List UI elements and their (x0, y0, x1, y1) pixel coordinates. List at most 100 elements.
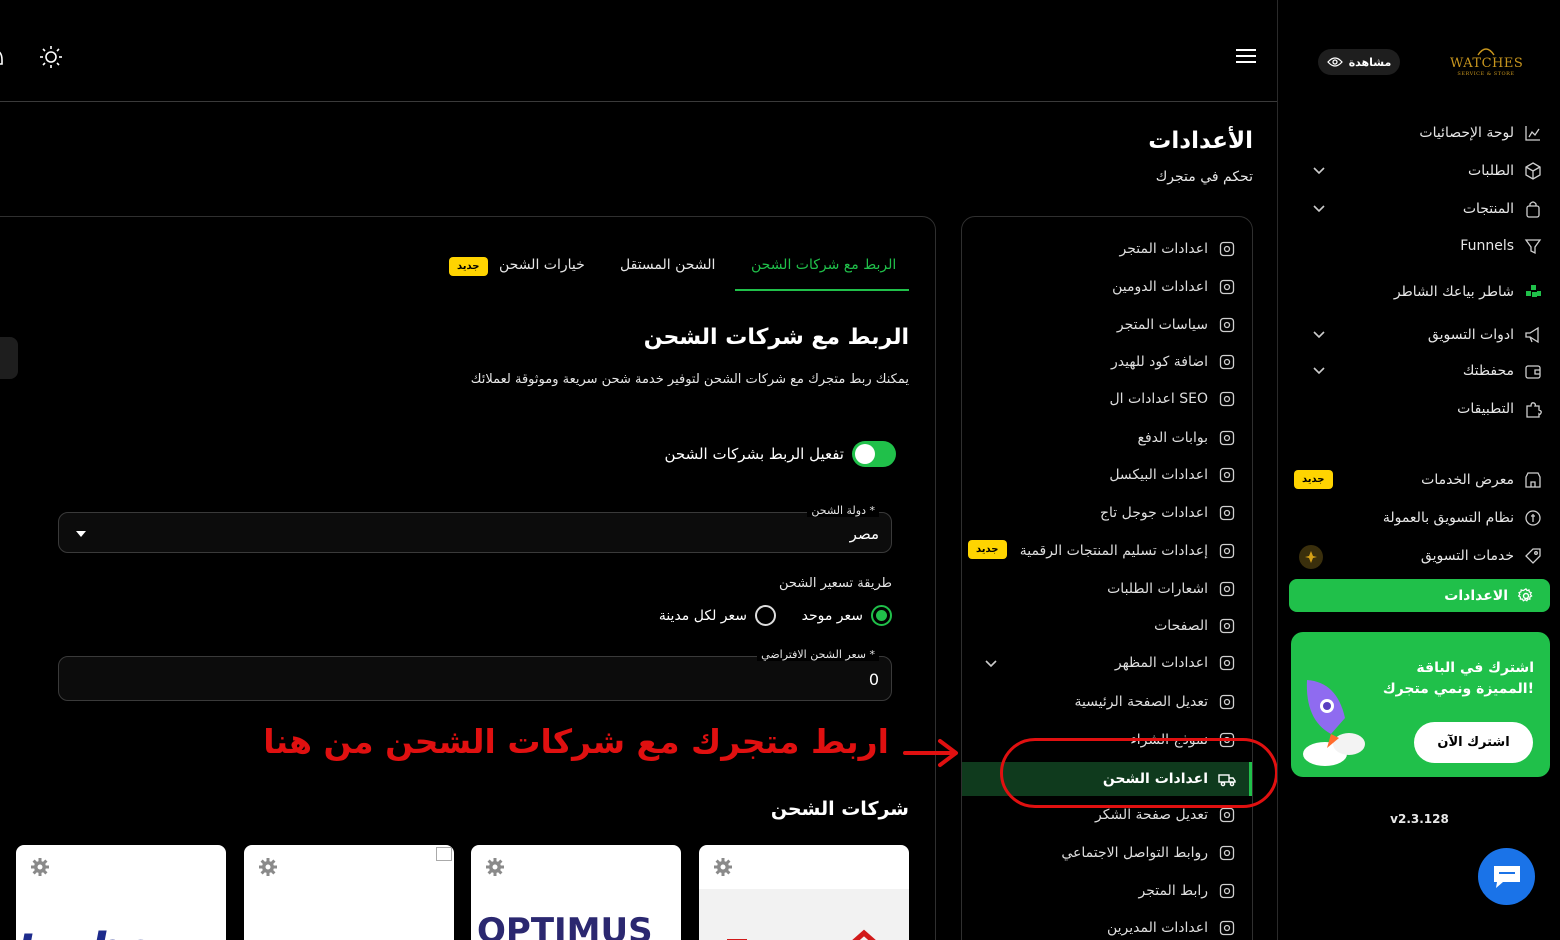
support-chat-button[interactable] (1478, 848, 1535, 905)
dropdown-arrow-icon (75, 531, 87, 538)
sidebar-item-label: لوحة الإحصائيات (1419, 125, 1514, 141)
instagram-icon (1218, 844, 1236, 862)
premium-promo-card: اشترك في الباقة المميزة ونمي متجرك! اشتر… (1291, 632, 1550, 777)
annotation-highlight-circle (1000, 738, 1278, 808)
company-card-optimus[interactable]: OPTIMUS (471, 845, 681, 940)
sidebar-item-1[interactable]: لوحة الإحصائيات (1286, 119, 1542, 147)
country-label: دولة الشحن * (807, 504, 879, 517)
view-store-button[interactable]: مشاهدة (1318, 49, 1400, 75)
settings-item-6[interactable]: بوابات الدفع (968, 424, 1236, 452)
settings-gear-icon[interactable] (713, 857, 733, 877)
settings-item-label: اعدادات الدومين (1112, 279, 1208, 295)
radio-dot (755, 605, 776, 626)
settings-item-16[interactable]: روابط التواصل الاجتماعي (968, 839, 1236, 867)
chevron-down-icon[interactable] (1312, 327, 1326, 341)
settings-item-label: رابط المتجر (1138, 883, 1208, 899)
sidebar-item-4[interactable]: Funnels (1286, 232, 1542, 260)
sidebar-item-8[interactable]: التطبيقات (1286, 395, 1542, 423)
company-logo-area (699, 889, 909, 940)
store-icon (1218, 240, 1236, 258)
annotation-text: اربط متجرك مع شركات الشحن من هنا (263, 722, 889, 761)
radio-label: سعر موحد (801, 607, 863, 624)
broken-image-icon (436, 847, 452, 861)
new-badge: جديد (449, 257, 488, 276)
collapse-handle[interactable] (0, 337, 18, 379)
settings-item-11[interactable]: الصفحات (968, 612, 1236, 640)
sidebar-item-11[interactable]: خدمات التسويق (1286, 542, 1542, 570)
settings-gear-icon[interactable] (258, 857, 278, 877)
sidebar-item-5[interactable]: شاطر بياعك الشاطر (1286, 278, 1542, 306)
settings-item-9[interactable]: إعدادات تسليم المنتجات الرقمية جديد (968, 537, 1236, 565)
chat-bubble-icon (1493, 865, 1520, 888)
active-tab-indicator (735, 289, 909, 291)
google-tag-icon (1218, 504, 1236, 522)
settings-item-7[interactable]: اعدادات البيكسل (968, 461, 1236, 489)
settings-item-3[interactable]: سياسات المتجر (968, 311, 1236, 339)
annotation-arrow-icon (902, 736, 960, 770)
settings-item-5[interactable]: اعدادات ال SEO (968, 385, 1236, 413)
link-icon (1218, 882, 1236, 900)
settings-item-label: اعدادات البيكسل (1109, 467, 1208, 483)
sidebar-item-label: معرض الخدمات (1421, 472, 1514, 488)
shipping-link-toggle[interactable] (852, 441, 896, 467)
settings-item-label: تعديل صفحة الشكر (1094, 807, 1208, 823)
sidebar-item-6[interactable]: ادوات التسويق (1286, 321, 1542, 349)
settings-item-8[interactable]: اعدادات جوجل تاج (968, 499, 1236, 527)
notification-icon[interactable] (0, 44, 6, 68)
radio-per-city-price[interactable]: سعر لكل مدينة (659, 605, 776, 626)
menu-hamburger-icon[interactable] (1235, 46, 1257, 66)
country-select[interactable]: دولة الشحن * مصر (58, 504, 892, 553)
settings-item-1[interactable]: اعدادات المتجر (968, 235, 1236, 263)
settings-item-2[interactable]: اعدادات الدومين (968, 273, 1236, 301)
sidebar-item-7[interactable]: محفظتك (1286, 357, 1542, 385)
sidebar-item-10[interactable]: نظام التسويق بالعمولة (1286, 504, 1542, 532)
settings-item-18[interactable]: اعدادات المديرين (968, 914, 1236, 940)
chevron-down-icon[interactable] (1312, 363, 1326, 377)
chevron-down-icon[interactable] (1312, 163, 1326, 177)
tab-shipping-companies[interactable]: الربط مع شركات الشحن (751, 257, 896, 273)
settings-item-label: بوابات الدفع (1137, 430, 1208, 446)
settings-item-label: إعدادات تسليم المنتجات الرقمية (1019, 543, 1208, 559)
sidebar-item-2[interactable]: الطلبات (1286, 157, 1542, 185)
chevron-down-icon[interactable] (1312, 201, 1326, 215)
settings-item-17[interactable]: رابط المتجر (968, 877, 1236, 905)
promo-title: اشترك في الباقة المميزة ونمي متجرك! (1382, 660, 1534, 697)
subscribe-now-button[interactable]: اشترك الآن (1414, 722, 1533, 763)
default-price-input[interactable]: سعر الشحن الافتراضي * 0 (58, 648, 892, 701)
new-badge: جديد (968, 540, 1007, 559)
radio-dot-selected (871, 605, 892, 626)
settings-item-label: اعدادات المتجر (1119, 241, 1208, 257)
settings-gear-icon[interactable] (485, 857, 505, 877)
sidebar-item-3[interactable]: المنتجات (1286, 195, 1542, 223)
sidebar-item-label: خدمات التسويق (1420, 548, 1514, 564)
company-card-4[interactable] (699, 845, 909, 940)
settings-item-13[interactable]: تعديل الصفحة الرئيسية (968, 688, 1236, 716)
theme-toggle-sun-icon[interactable] (38, 44, 64, 70)
pricing-method-label: طريقة تسعير الشحن (779, 576, 892, 591)
pages-icon (1218, 617, 1236, 635)
wallet-icon (1524, 362, 1542, 380)
tab-shipping-options[interactable]: خيارات الشحن (499, 257, 585, 273)
store-icon (1524, 471, 1542, 489)
puzzle-icon (1524, 400, 1542, 418)
company-card-2[interactable] (244, 845, 454, 940)
settings-gear-icon[interactable] (30, 857, 50, 877)
eye-icon (1326, 57, 1343, 67)
settings-item-label: روابط التواصل الاجتماعي (1061, 845, 1208, 861)
settings-item-10[interactable]: اشعارات الطلبات (968, 575, 1236, 603)
store-logo[interactable]: WATCHES SERVICE & STORE (1450, 44, 1523, 80)
company-card-turbo[interactable]: turbo (16, 845, 226, 940)
tab-independent-shipping[interactable]: الشحن المستقل (620, 257, 715, 273)
main-sidebar: WATCHES SERVICE & STORE مشاهدة الاعدادات… (1277, 0, 1560, 940)
sidebar-item-label: نظام التسويق بالعمولة (1382, 510, 1514, 526)
code-icon (1218, 353, 1236, 371)
app-version: v2.3.128 (1390, 812, 1449, 826)
chevron-down-icon[interactable] (984, 656, 998, 670)
sidebar-item-9[interactable]: معرض الخدمات جديد (1286, 466, 1542, 494)
logo-tagline: SERVICE & STORE (1457, 71, 1515, 77)
thanks-icon (1218, 806, 1236, 824)
sidebar-item-settings[interactable]: الاعدادات (1289, 579, 1550, 612)
settings-item-4[interactable]: اضافة كود للهيدر (968, 348, 1236, 376)
settings-item-12[interactable]: اعدادات المظهر (968, 649, 1236, 677)
radio-unified-price[interactable]: سعر موحد (802, 605, 892, 626)
